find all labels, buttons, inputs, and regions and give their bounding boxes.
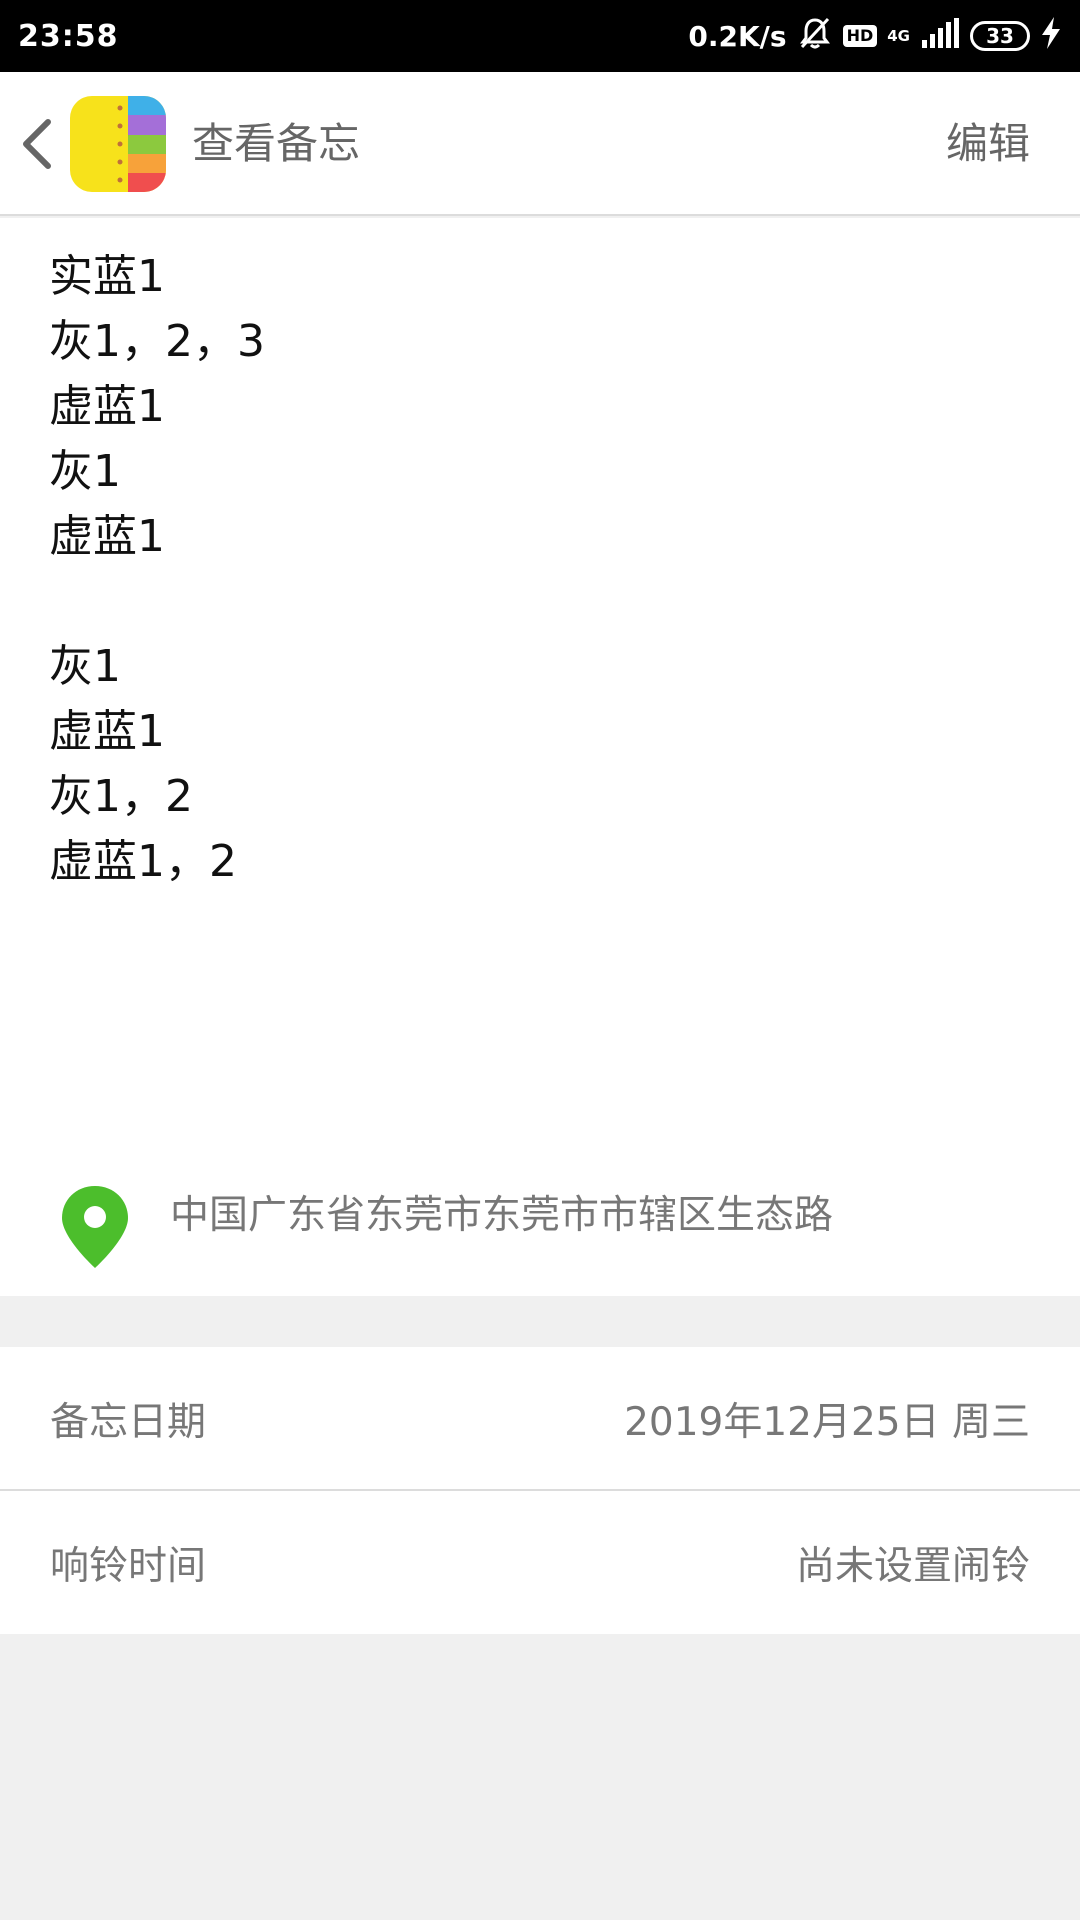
notes-app-icon (70, 96, 166, 192)
memo-date-value: 2019年12月25日 周三 (624, 1399, 1030, 1445)
note-line: 虚蓝1，2 (49, 836, 237, 887)
hd-badge: HD (842, 25, 878, 47)
note-line: 灰1 (49, 641, 121, 692)
edit-button[interactable]: 编辑 (946, 116, 1030, 172)
back-arrow-icon (23, 119, 51, 169)
page-title: 查看备忘 (192, 119, 361, 168)
note-line (49, 569, 265, 634)
note-body: 实蓝1 灰1，2，3 虚蓝1 灰1 虚蓝1 灰1 虚蓝1 灰1，2 虚蓝1，2 (0, 218, 1080, 1296)
note-line: 灰1 (49, 446, 121, 497)
alarm-time-label: 响铃时间 (50, 1543, 207, 1589)
location-address: 中国广东省东莞市东莞市市辖区生态路 (170, 1193, 834, 1238)
note-content: 实蓝1 灰1，2，3 虚蓝1 灰1 虚蓝1 灰1 虚蓝1 灰1，2 虚蓝1，2 (49, 244, 265, 894)
note-line: 虚蓝1 (49, 706, 165, 757)
note-line: 实蓝1 (49, 251, 165, 302)
alarm-time-value: 尚未设置闹铃 (795, 1543, 1030, 1589)
battery-icon: 33 (970, 21, 1030, 51)
note-line: 灰1，2，3 (49, 316, 265, 367)
battery-level: 33 (986, 24, 1014, 48)
memo-date-label: 备忘日期 (50, 1399, 207, 1445)
alarm-time-row[interactable]: 响铃时间 尚未设置闹铃 (0, 1491, 1080, 1634)
location-pin-icon (60, 1184, 130, 1274)
status-icons: 0.2K/s HD 4G 33 (688, 15, 1062, 58)
charging-icon (1040, 16, 1062, 56)
network-speed: 0.2K/s (688, 19, 787, 53)
mute-bell-icon (797, 15, 833, 58)
note-line: 虚蓝1 (49, 381, 165, 432)
back-button[interactable] (14, 112, 62, 176)
signal-icon (920, 17, 960, 55)
app-bar: 查看备忘 编辑 (0, 72, 1080, 216)
note-line: 虚蓝1 (49, 511, 165, 562)
network-type: 4G (887, 26, 910, 45)
status-time: 23:58 (18, 18, 119, 54)
note-line: 灰1，2 (49, 771, 193, 822)
memo-date-row[interactable]: 备忘日期 2019年12月25日 周三 (0, 1347, 1080, 1490)
status-bar: 23:58 0.2K/s HD 4G 33 (0, 0, 1080, 72)
